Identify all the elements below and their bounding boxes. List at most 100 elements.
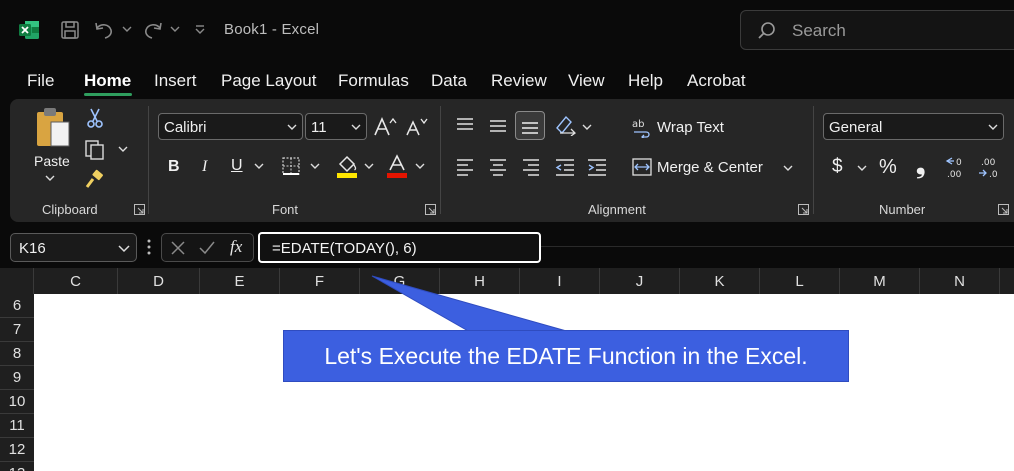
orientation-dropdown-icon[interactable] [581,121,593,133]
increase-indent-button[interactable] [585,155,609,179]
row-header[interactable]: 7 [0,318,34,342]
font-color-dropdown-icon[interactable] [414,160,426,172]
row-header[interactable]: 12 [0,438,34,462]
redo-button[interactable] [140,17,166,43]
font-color-icon [387,154,407,178]
tab-page-layout[interactable]: Page Layout [221,71,316,91]
increase-font-size-button[interactable] [373,113,397,140]
cancel-icon[interactable] [170,240,186,256]
column-header[interactable]: H [440,268,520,294]
search-box[interactable]: Search [740,10,1014,50]
formula-bar-extension [541,246,1014,247]
formula-input[interactable]: =EDATE(TODAY(), 6) [258,232,541,263]
column-header[interactable]: J [600,268,680,294]
bottom-align-button[interactable] [515,111,545,140]
more-options-icon[interactable] [147,238,151,256]
column-header[interactable]: E [200,268,280,294]
increase-decimal-button[interactable]: 0 .00 [944,154,970,180]
alignment-launcher-icon[interactable] [798,204,809,215]
tab-acrobat[interactable]: Acrobat [687,71,746,91]
middle-align-button[interactable] [486,113,510,137]
chevron-down-icon [351,124,361,130]
row-header[interactable]: 8 [0,342,34,366]
tab-view[interactable]: View [568,71,605,91]
orientation-button[interactable] [553,113,579,137]
align-left-button[interactable] [453,155,477,179]
align-right-button[interactable] [519,155,543,179]
paste-button[interactable] [32,106,74,152]
group-divider [148,106,149,214]
copy-button[interactable] [82,138,108,162]
font-shrink-icon [406,118,428,135]
borders-button[interactable] [280,155,302,177]
tab-file[interactable]: File [27,71,54,91]
clipboard-launcher-icon[interactable] [134,204,145,215]
wrap-text-button[interactable]: Wrap Text [657,119,724,136]
row-header[interactable]: 13 [0,462,34,471]
tab-home[interactable]: Home [84,71,131,91]
align-center-button[interactable] [486,155,510,179]
copy-icon [85,140,104,160]
decrease-indent-button[interactable] [553,155,577,179]
column-header[interactable]: K [680,268,760,294]
number-format-select[interactable]: General [823,113,1004,140]
select-all-corner[interactable] [0,268,34,294]
accounting-dropdown-icon[interactable] [856,162,868,174]
underline-dropdown-icon[interactable] [253,160,265,172]
accounting-format-button[interactable]: $ [832,156,843,178]
row-header[interactable]: 11 [0,414,34,438]
column-header[interactable]: M [840,268,920,294]
number-launcher-icon[interactable] [998,204,1009,215]
column-header[interactable]: N [920,268,1000,294]
column-header[interactable]: C [34,268,118,294]
tab-insert[interactable]: Insert [154,71,197,91]
column-header[interactable]: F [280,268,360,294]
decrease-font-size-button[interactable] [404,113,428,140]
merge-center-button[interactable]: Merge & Center [657,159,763,176]
search-icon [757,21,777,41]
underline-button[interactable]: U [231,157,243,175]
redo-dropdown-icon[interactable] [169,22,181,36]
percent-style-button[interactable]: % [879,156,897,179]
paste-dropdown-icon[interactable] [43,172,57,184]
decrease-decimal-button[interactable]: .00 .0 [977,154,1003,180]
font-color-button[interactable] [385,153,409,179]
tab-formulas[interactable]: Formulas [338,71,409,91]
align-middle-icon [490,120,506,132]
row-header[interactable]: 9 [0,366,34,390]
tab-help[interactable]: Help [628,71,663,91]
bold-button[interactable]: B [168,158,180,176]
worksheet-cells[interactable] [34,294,1014,471]
column-header[interactable]: D [118,268,200,294]
tab-review[interactable]: Review [491,71,547,91]
undo-dropdown-icon[interactable] [121,22,133,36]
fill-color-button[interactable] [335,153,359,179]
customize-toolbar-icon[interactable] [194,22,206,36]
insert-function-button[interactable]: fx [230,237,242,257]
cut-button[interactable] [84,107,106,129]
fill-color-dropdown-icon[interactable] [363,160,375,172]
column-header[interactable]: I [520,268,600,294]
column-headers: C D E F G H I J K L M N [0,268,1014,294]
row-header[interactable]: 6 [0,294,34,318]
font-launcher-icon[interactable] [425,204,436,215]
excel-logo-icon [18,19,40,41]
tab-data[interactable]: Data [431,71,467,91]
top-align-button[interactable] [453,113,477,137]
save-button[interactable] [57,17,83,43]
undo-button[interactable] [91,17,117,43]
font-size-select[interactable]: 11 [305,113,367,140]
font-name-select[interactable]: Calibri [158,113,303,140]
copy-dropdown-icon[interactable] [116,143,130,155]
merge-center-dropdown-icon[interactable] [782,162,794,174]
name-box[interactable]: K16 [10,233,137,262]
enter-check-icon[interactable] [198,240,216,256]
scissors-icon [87,108,103,128]
italic-button[interactable]: I [202,158,207,176]
column-header[interactable]: L [760,268,840,294]
format-painter-button[interactable] [82,168,106,192]
column-header[interactable]: G [360,268,440,294]
comma-style-button[interactable]: ❟ [916,152,925,180]
row-header[interactable]: 10 [0,390,34,414]
borders-dropdown-icon[interactable] [309,160,321,172]
